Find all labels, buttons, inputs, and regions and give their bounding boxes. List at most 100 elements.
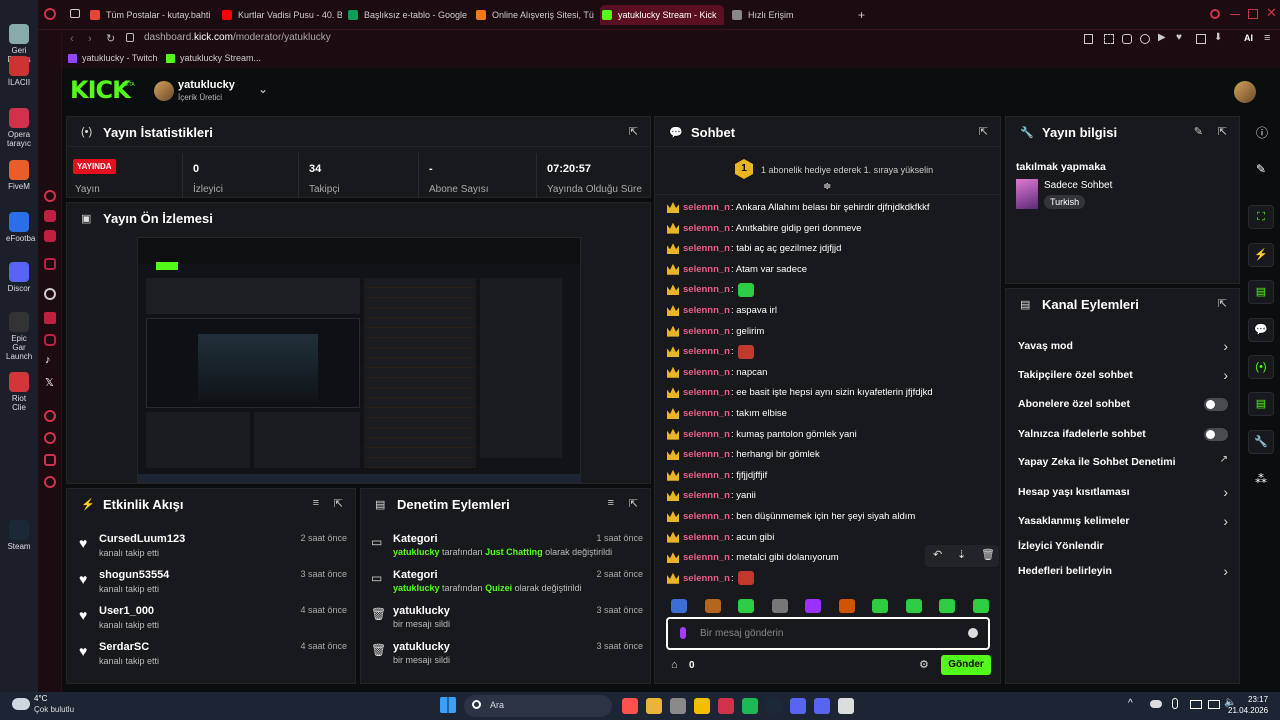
desktop-icon[interactable]: Riot Clie — [6, 372, 32, 412]
taskbar-app-icon[interactable] — [694, 698, 710, 714]
chat-message[interactable]: selennn_n: — [667, 570, 997, 590]
aria-icon[interactable] — [44, 190, 56, 202]
edit-icon[interactable]: ✎ — [1194, 125, 1203, 138]
mod-user[interactable]: yatuklucky — [393, 583, 440, 593]
minimize-button[interactable] — [1230, 14, 1240, 15]
desktop-icon[interactable]: Opera tarayıc — [6, 108, 32, 148]
emote-icon[interactable] — [805, 599, 821, 613]
tab-sheets[interactable]: Başlıksız e-tablo - Google — [346, 5, 472, 25]
extensions-icon[interactable] — [1196, 34, 1206, 44]
chat-message[interactable]: selennn_n: Atam var sadece — [667, 261, 997, 281]
emote-icon[interactable] — [838, 599, 855, 613]
emote-icon[interactable] — [905, 599, 922, 613]
info-icon[interactable]: ⓘ — [1256, 124, 1268, 141]
settings-icon[interactable] — [44, 476, 56, 488]
mod-name[interactable]: yatuklucky — [393, 641, 450, 653]
emote-icon[interactable] — [771, 599, 788, 613]
chat-input[interactable]: Bir mesaj gönderin — [700, 628, 783, 639]
taskbar-app-icon[interactable] — [670, 698, 686, 714]
heart-icon[interactable]: ♥ — [1176, 32, 1182, 43]
shield-icon[interactable] — [1140, 34, 1150, 44]
tiktok-icon[interactable]: ♪ — [45, 354, 51, 366]
forward-icon[interactable]: › — [88, 33, 92, 45]
feed-name[interactable]: CursedLuum123 — [99, 533, 185, 545]
desktop-icon[interactable]: FiveM — [6, 160, 32, 191]
external-link-icon[interactable]: ↗ — [1220, 454, 1228, 465]
chat-message[interactable]: selennn_n: gelirim — [667, 323, 997, 343]
chat-message[interactable]: selennn_n: ben düşünmemek için her şeyi … — [667, 508, 997, 528]
rail-list-button[interactable]: ▤ — [1248, 392, 1274, 416]
emoji-icon[interactable] — [968, 628, 978, 638]
chat-message[interactable]: selennn_n: kumaş pantolon gömlek yani — [667, 426, 997, 446]
chat-username[interactable]: selennn_n — [683, 487, 730, 505]
start-button[interactable] — [440, 697, 456, 713]
play-icon[interactable]: ▶ — [1158, 32, 1166, 43]
taskbar-app-icon[interactable] — [790, 698, 806, 714]
chat-message[interactable]: selennn_n: takım elbise — [667, 405, 997, 425]
taskbar-app-icon[interactable] — [814, 698, 830, 714]
monitor-icon[interactable] — [1190, 700, 1202, 709]
chat-message[interactable]: selennn_n: — [667, 281, 997, 301]
chevron-right-icon[interactable]: › — [1223, 484, 1228, 500]
chat-message[interactable]: selennn_n: — [667, 343, 997, 363]
chat-username[interactable]: selennn_n — [683, 364, 730, 382]
channel-action-item[interactable]: Hesap yaşı kısıtlaması › — [1018, 481, 1228, 505]
taskbar-search[interactable]: Ara — [464, 695, 612, 717]
toggle-switch[interactable] — [1204, 398, 1228, 411]
filter-icon[interactable]: ≡ — [313, 497, 319, 509]
messenger-icon[interactable] — [44, 258, 56, 270]
desktop-icon[interactable]: Discor — [6, 262, 32, 293]
mod-user[interactable]: yatuklucky — [393, 547, 440, 557]
vpn-icon[interactable] — [1122, 34, 1132, 44]
tab-youtube[interactable]: Kurtlar Vadisi Pusu - 40. B — [220, 5, 342, 25]
chevron-right-icon[interactable]: › — [1223, 367, 1228, 383]
chevron-down-icon[interactable]: ⌄ — [258, 82, 268, 96]
ai-label[interactable]: AI — [1244, 33, 1253, 43]
extensions-icon[interactable] — [44, 454, 56, 466]
download-icon[interactable]: ⬇ — [1214, 32, 1222, 43]
channel-action-item[interactable]: Yasaklanmış kelimeler › — [1018, 510, 1228, 534]
tray-chevron-icon[interactable]: ^ — [1128, 698, 1133, 709]
twitch-icon[interactable] — [44, 312, 56, 324]
whatsapp-icon[interactable] — [44, 210, 56, 222]
rail-wrench-button[interactable]: 🔧 — [1248, 430, 1274, 454]
desktop-icon[interactable]: eFootba — [6, 212, 35, 243]
channel-action-item[interactable]: Yalnızca ifadelerle sohbet — [1018, 423, 1228, 447]
channel-action-item[interactable]: Yapay Zeka ile Sohbet Denetimi ↗ — [1018, 451, 1228, 475]
chatgpt-icon[interactable] — [44, 288, 56, 300]
chat-username[interactable]: selennn_n — [683, 343, 730, 361]
instagram-icon[interactable] — [44, 334, 56, 346]
taskbar-app-icon[interactable] — [766, 698, 782, 714]
snapshot-icon[interactable] — [1104, 34, 1114, 44]
menu-icon[interactable]: ≡ — [1264, 32, 1270, 44]
mic-icon[interactable] — [680, 627, 686, 639]
tab-speed-dial[interactable]: Hızlı Erişim — [730, 5, 840, 25]
chat-message[interactable]: selennn_n: napcan — [667, 364, 997, 384]
channel-action-item[interactable]: İzleyici Yönlendir — [1018, 535, 1228, 559]
bookmark-icon[interactable] — [1084, 34, 1093, 44]
popout-icon[interactable]: ⇱ — [629, 497, 638, 510]
chat-username[interactable]: selennn_n — [683, 220, 730, 238]
category-name[interactable]: Sadece Sohbet — [1044, 180, 1112, 191]
rail-broadcast-button[interactable]: (•) — [1248, 355, 1274, 379]
search-tabs-icon[interactable] — [1210, 9, 1220, 19]
desktop-icon[interactable]: Steam — [6, 520, 32, 551]
sub-rank-banner[interactable]: 1 1 abonelik hediye ederek 1. sıraya yük… — [655, 147, 1000, 195]
avatar[interactable] — [154, 81, 174, 101]
url-field[interactable]: dashboard.kick.com/moderator/yatuklucky — [144, 32, 331, 43]
stream-preview-video[interactable] — [137, 237, 581, 483]
chat-username[interactable]: selennn_n — [683, 281, 730, 299]
bookmark-twitch[interactable]: yatuklucky - Twitch — [68, 53, 157, 63]
weather-icon[interactable] — [12, 698, 30, 710]
emote-icon[interactable] — [738, 599, 754, 613]
trash-icon[interactable]: 🗑 — [981, 548, 995, 561]
chat-message[interactable]: selennn_n: Ankara Allahını belası bir şe… — [667, 199, 997, 219]
rail-document-button[interactable]: ▤ — [1248, 280, 1274, 304]
taskbar-app-icon[interactable] — [622, 698, 638, 714]
emote-icon[interactable] — [972, 599, 989, 613]
player-icon[interactable] — [44, 410, 56, 422]
feed-name[interactable]: shogun53554 — [99, 569, 169, 581]
emote-icon[interactable] — [671, 599, 687, 613]
chat-username[interactable]: selennn_n — [683, 384, 730, 402]
network-icon[interactable] — [1208, 700, 1220, 709]
